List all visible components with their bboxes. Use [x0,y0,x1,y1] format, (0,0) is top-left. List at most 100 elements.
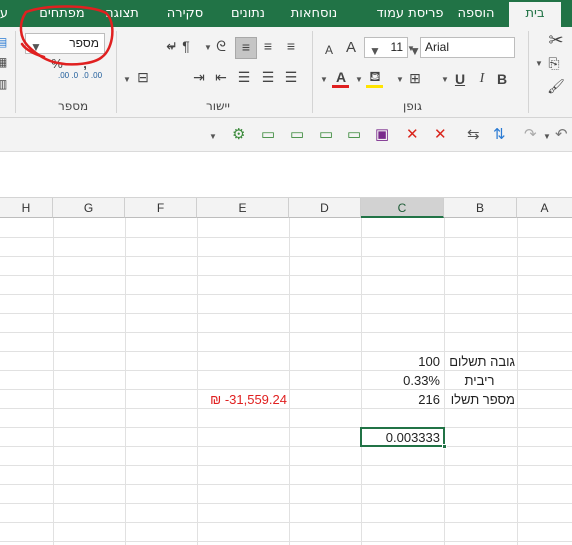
number-group-label: מספר [58,99,89,113]
chevron-down-icon[interactable]: ▼ [209,132,217,141]
cell-c-payment-height[interactable]: 100 [361,352,440,371]
cell-b-rate[interactable]: ריבית [444,371,515,390]
chevron-down-icon[interactable]: ▼ [543,132,551,141]
chevron-down-icon[interactable]: ▼ [407,44,415,53]
next-comment-icon[interactable]: ▭ [319,126,333,144]
tab-review[interactable]: סקירה [157,0,213,27]
divider [528,31,529,113]
font-color-swatch [332,85,349,88]
align-center-icon[interactable]: ☰ [259,68,277,86]
column-header-c[interactable]: C [361,198,444,218]
increase-decimal-button[interactable]: .0 .00 [82,71,102,80]
gridline [0,427,572,428]
tab-page-layout[interactable]: פריסת עמוד [376,0,444,27]
decrease-indent-icon[interactable]: ⇥ [190,68,208,86]
active-cell[interactable]: 0.003333 [360,427,447,449]
font-group-label: גופן [403,99,422,113]
tab-view[interactable]: תצוגה [97,0,147,27]
cell-b-num-payments[interactable]: מספר תשלו [444,390,515,409]
gridline [197,218,198,545]
decrease-decimal-button[interactable]: .00 .0 [58,71,78,80]
font-name-combo[interactable]: Arial ▼ [409,37,515,58]
chevron-down-icon[interactable]: ▼ [441,75,449,84]
align-middle-icon[interactable]: ≡ [259,37,277,55]
tab-data[interactable]: נתונים [222,0,274,27]
save-icon[interactable]: ▣ [375,126,389,144]
borders-icon[interactable]: ⊞ [406,69,424,87]
column-header-d[interactable]: D [289,198,361,218]
alignment-group-label: יישור [206,99,230,113]
cell-styles-icon[interactable]: ▥ [0,75,7,93]
font-name-value: Arial [425,40,450,54]
column-header-f[interactable]: F [125,198,197,218]
align-bottom-icon[interactable]: ≡ [235,37,257,59]
merge-center-icon[interactable]: ⊟ [134,68,152,86]
gridline [0,275,572,276]
gridline [0,541,572,542]
column-header-a[interactable]: A [517,198,572,218]
chevron-down-icon[interactable]: ▼ [30,40,42,54]
gridline [0,256,572,257]
gridline [289,218,290,545]
chevron-down-icon[interactable]: ▼ [123,75,131,84]
redo-icon[interactable]: ↷ [524,126,537,144]
cut-icon[interactable]: ✂ [546,31,566,49]
chevron-down-icon[interactable]: ▼ [355,75,363,84]
gridline [517,218,518,545]
tab-insert[interactable]: הוספה [449,0,503,27]
macro-icon[interactable]: ⚙ [232,126,245,144]
font-size-combo[interactable]: 11 ▼ [364,37,408,58]
tab-partial[interactable]: ע [0,0,14,27]
previous-comment-icon[interactable]: ▭ [290,126,304,144]
orientation-icon[interactable]: ᘓ [212,37,230,55]
delete-comment-icon[interactable]: ✕ [406,126,419,144]
sort-icon[interactable]: ⇅ [493,126,506,144]
chevron-down-icon[interactable]: ▼ [369,44,381,58]
copy-icon[interactable]: ⎘ [544,54,564,72]
wrap-text-icon[interactable]: ↵ [162,37,182,55]
gridline [0,332,572,333]
align-top-icon[interactable]: ≡ [282,37,300,55]
tab-developer[interactable]: מפתחים [33,0,91,27]
column-header-e[interactable]: E [197,198,289,218]
align-distribute-icon[interactable]: ⇆ [467,126,480,144]
conditional-format-icon[interactable]: ▤ [0,33,7,51]
number-format-combo[interactable]: מספר ▼ [25,33,105,54]
shrink-font-icon[interactable]: A [321,41,337,59]
tab-home[interactable]: בית [509,2,561,27]
gridline [125,218,126,545]
cell-e-payment-result[interactable]: ₪ -31,559.24 [197,390,287,409]
gridline [0,446,572,447]
align-left-icon[interactable]: ☰ [235,68,253,86]
italic-button[interactable]: I [474,70,490,88]
gridline [0,503,572,504]
bold-button[interactable]: B [494,70,510,88]
column-header-h[interactable]: H [0,198,53,218]
increase-indent-icon[interactable]: ⇤ [212,68,230,86]
new-comment-icon[interactable]: ▭ [347,126,361,144]
divider [116,31,117,113]
align-right-icon[interactable]: ☰ [282,68,300,86]
underline-button[interactable]: U [452,70,468,88]
cell-c-num-payments[interactable]: 216 [361,390,440,409]
fill-handle[interactable] [442,444,447,449]
font-color-icon[interactable]: A [333,68,349,86]
clear-formats-icon[interactable]: ✕ [434,126,447,144]
fill-color-icon[interactable]: ⛾ [366,67,384,85]
undo-icon[interactable]: ↶ [555,126,568,144]
ribbon-tab-bar: בית הוספה פריסת עמוד נוסחאות נתונים סקיר… [0,0,572,27]
show-comments-icon[interactable]: ▭ [261,126,275,144]
gridline [0,522,572,523]
format-painter-icon[interactable]: 🖌 [546,77,566,95]
cell-c-rate[interactable]: 0.33% [361,371,440,390]
grow-font-icon[interactable]: A [342,39,360,57]
chevron-down-icon[interactable]: ▼ [320,75,328,84]
cell-b-payment-height[interactable]: גובה תשלום [444,352,515,371]
column-header-g[interactable]: G [53,198,125,218]
chevron-down-icon[interactable]: ▼ [396,75,404,84]
chevron-down-icon[interactable]: ▼ [535,59,543,68]
format-table-icon[interactable]: ▦ [0,53,7,71]
column-header-b[interactable]: B [444,198,517,218]
tab-formulas[interactable]: נוסחאות [284,0,344,27]
chevron-down-icon[interactable]: ▼ [204,43,212,52]
